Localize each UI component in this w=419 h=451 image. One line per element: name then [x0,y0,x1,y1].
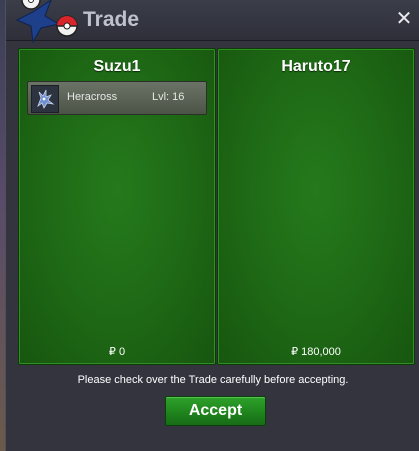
pokemon-name: Heracross [67,91,118,103]
close-icon[interactable]: ✕ [394,8,414,28]
heracross-icon [31,85,59,113]
window-title: Trade [83,8,140,31]
trade-panel-right: Haruto17 ₽ 180,000 [217,48,415,365]
money-offer-right: ₽ 180,000 [291,346,341,358]
pokemon-level: Lvl: 16 [152,91,185,103]
trade-panel-left: Suzu1 Heracross Lvl: 16 ₽ 0 [18,48,216,365]
trade-pokemon-slot[interactable]: Heracross Lvl: 16 [27,81,207,115]
player-name-left: Suzu1 [93,58,141,75]
pokeball-logo-icon [15,0,78,44]
trade-window: Trade ✕ Suzu1 Heracross Lvl: 16 ₽ 0 Haru… [5,0,419,451]
accept-button[interactable]: Accept [165,396,266,426]
player-name-right: Haruto17 [281,58,351,75]
money-offer-left: ₽ 0 [108,346,126,358]
trade-notice: Please check over the Trade carefully be… [77,374,349,386]
